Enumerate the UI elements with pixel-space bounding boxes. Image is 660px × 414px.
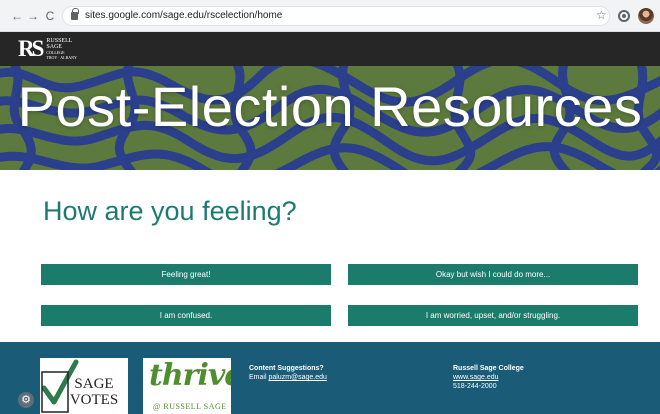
back-icon[interactable]: ← — [10, 9, 24, 23]
content-suggestions-heading: Content Suggestions? — [249, 365, 324, 372]
reload-icon[interactable]: C — [43, 9, 57, 23]
thrive-logo[interactable]: thrive @ RUSSELL SAGE — [143, 358, 231, 414]
logo-wordmark: RUSSELL SAGE COLLEGE TROY · ALBANY — [46, 38, 77, 60]
settings-gear-icon[interactable]: ⚙ — [18, 392, 34, 408]
email-line: Email paluzm@sage.edu — [249, 373, 327, 382]
profile-avatar[interactable] — [638, 8, 654, 24]
page-title: Post-Election Resources — [17, 75, 643, 138]
russell-sage-logo[interactable]: RS RUSSELL SAGE COLLEGE TROY · ALBANY — [18, 36, 77, 62]
phone-number: 518-244-2000 — [453, 383, 497, 390]
address-bar[interactable]: sites.google.com/sage.edu/rscelection/ho… — [62, 6, 610, 26]
sage-votes-logo[interactable]: SAGE VOTES — [40, 358, 128, 414]
hero-banner: Post-Election Resources — [0, 66, 660, 170]
url-text: sites.google.com/sage.edu/rscelection/ho… — [85, 10, 283, 21]
sage-votes-text: SAGE VOTES — [62, 376, 126, 408]
browser-toolbar: ← → C sites.google.com/sage.edu/rscelect… — [0, 0, 660, 32]
thrive-wordmark: thrive — [149, 358, 231, 393]
bookmark-star-icon[interactable]: ☆ — [596, 8, 607, 22]
email-link[interactable]: paluzm@sage.edu — [268, 374, 326, 381]
website-link[interactable]: www.sage.edu — [453, 373, 499, 382]
logo-tagline: TROY · ALBANY — [46, 55, 77, 60]
feeling-question-heading: How are you feeling? — [43, 196, 297, 226]
sage-votes-line-2: VOTES — [69, 392, 119, 408]
thrive-subtitle: @ RUSSELL SAGE — [153, 402, 227, 411]
i-am-confused-button[interactable]: I am confused. — [41, 305, 331, 326]
lock-icon — [71, 8, 79, 20]
forward-icon[interactable]: → — [26, 9, 40, 23]
worried-upset-struggling-button[interactable]: I am worried, upset, and/or struggling. — [348, 305, 638, 326]
email-label: Email — [249, 374, 269, 381]
site-header: RS RUSSELL SAGE COLLEGE TROY · ALBANY — [0, 32, 660, 66]
extension-icon[interactable] — [618, 10, 630, 22]
feeling-great-button[interactable]: Feeling great! — [41, 264, 331, 285]
sage-votes-line-1: SAGE — [74, 376, 114, 392]
logo-monogram: RS — [18, 36, 44, 61]
college-name: Russell Sage College — [453, 365, 524, 372]
wish-i-could-do-more-button[interactable]: Okay but wish I could do more... — [348, 264, 638, 285]
